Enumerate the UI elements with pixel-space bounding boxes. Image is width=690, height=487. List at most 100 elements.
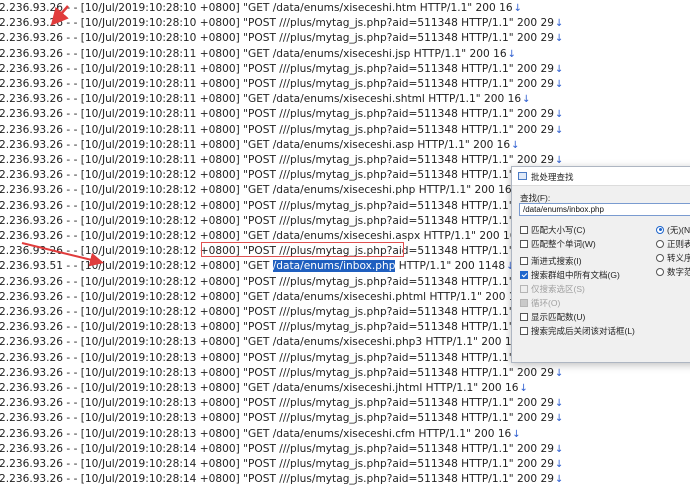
- log-line-text: 2.236.93.26 - - [10/Jul/2019:10:28:13 +0…: [0, 321, 555, 334]
- line-end-icon: ↓: [555, 459, 564, 470]
- option-incremental[interactable]: 渐进式搜索(I): [520, 255, 582, 267]
- log-line-text: 2.236.93.26 - - [10/Jul/2019:10:28:12 +0…: [0, 306, 555, 318]
- log-line-text: 2.236.93.26 - - [10/Jul/2019:10:28:12 +0…: [0, 245, 244, 258]
- log-line: 2.236.93.26 - - [10/Jul/2019:10:28:14 +0…: [0, 442, 563, 457]
- log-line-text: 2.236.93.26 - - [10/Jul/2019:10:28:13 +0…: [0, 382, 519, 394]
- radio-escape-button[interactable]: [656, 253, 664, 262]
- log-line: 2.236.93.26 - - [10/Jul/2019:10:28:14 +0…: [0, 472, 563, 487]
- log-line: 2.236.93.26 - - [10/Jul/2019:10:28:12 +0…: [0, 183, 521, 198]
- dialog-title: 批处理查找: [531, 172, 574, 182]
- log-line: 2.236.93.26 - - [10/Jul/2019:10:28:11 +0…: [0, 123, 563, 138]
- log-line: 2.236.93.26 - - [10/Jul/2019:10:28:13 +0…: [0, 335, 528, 350]
- log-line: 2.236.93.26 - - [10/Jul/2019:10:28:11 +0…: [0, 138, 520, 153]
- show-count-checkbox[interactable]: [520, 312, 528, 321]
- line-end-icon: ↓: [507, 48, 517, 60]
- radio-number-range-button[interactable]: [656, 267, 664, 276]
- line-end-icon: ↓: [522, 94, 531, 106]
- line-end-icon: ↓: [511, 139, 520, 151]
- log-line-text: 2.236.93.26 - - [10/Jul/2019:10:28:11 +0…: [0, 47, 507, 60]
- radio-escape[interactable]: 转义序列: [656, 252, 690, 264]
- log-line: 2.236.93.26 - - [10/Jul/2019:10:28:12 +0…: [0, 199, 563, 214]
- find-input[interactable]: /data/enums/inbox.php: [519, 203, 690, 216]
- log-line-text: 2.236.93.26 - - [10/Jul/2019:10:28:11 +0…: [0, 93, 522, 106]
- radio-regex-button[interactable]: [656, 239, 664, 248]
- radio-regex[interactable]: 正则表达: [656, 238, 690, 250]
- log-line: 2.236.93.51 - - [10/Jul/2019:10:28:12 +0…: [0, 259, 515, 274]
- log-line-text: HTTP/1.1" 200 1148: [395, 260, 506, 273]
- line-end-icon: ↓: [555, 413, 564, 425]
- log-line: 2.236.93.26 - - [10/Jul/2019:10:28:13 +0…: [0, 411, 563, 426]
- log-line: 2.236.93.26 - - [10/Jul/2019:10:28:11 +0…: [0, 153, 563, 168]
- log-line-text: 2.236.93.26 - - [10/Jul/2019:10:28:10 +0…: [0, 2, 513, 14]
- line-end-icon: ↓: [555, 124, 564, 136]
- log-line-text: 2.236.93.26 - - [10/Jul/2019:10:28:14 +0…: [0, 458, 555, 470]
- log-line-text: 2.236.93.26 - - [10/Jul/2019:10:28:14 +0…: [0, 473, 555, 486]
- line-end-icon: ↓: [555, 367, 564, 379]
- option-search-group[interactable]: 搜索群组中所有文档(G): [520, 269, 620, 281]
- batch-find-dialog[interactable]: 批处理查找 查找(F): /data/enums/inbox.php 匹配大小写…: [511, 166, 690, 363]
- option-show-count[interactable]: 显示匹配数(U): [520, 311, 585, 323]
- incremental-checkbox[interactable]: [520, 256, 528, 265]
- log-line-text: 2.236.93.26 - - [10/Jul/2019:10:28:14 +0…: [0, 442, 555, 455]
- log-line: 2.236.93.26 - - [10/Jul/2019:10:28:12 +0…: [0, 168, 563, 183]
- option-whole-word[interactable]: 匹配整个单词(W): [520, 238, 596, 250]
- line-end-icon: ↓: [519, 383, 528, 394]
- log-line-text: 2.236.93.26 - - [10/Jul/2019:10:28:11 +0…: [0, 78, 555, 90]
- log-line: 2.236.93.26 - - [10/Jul/2019:10:28:13 +0…: [0, 396, 563, 411]
- log-line-text: 2.236.93.26 - - [10/Jul/2019:10:28:12 +0…: [0, 169, 555, 182]
- log-line: 2.236.93.26 - - [10/Jul/2019:10:28:11 +0…: [0, 107, 563, 122]
- log-line: 2.236.93.26 - - [10/Jul/2019:10:28:13 +0…: [0, 427, 521, 442]
- radio-number-range[interactable]: 数字范围: [656, 266, 690, 278]
- log-line-selected-text: /data/enums/inbox.php: [272, 260, 396, 273]
- log-line: 2.236.93.26 - - [10/Jul/2019:10:28:12 +0…: [0, 244, 563, 259]
- log-line-text: 2.236.93.26 - - [10/Jul/2019:10:28:12 +0…: [0, 230, 517, 242]
- log-line-text: 2.236.93.26 - - [10/Jul/2019:10:28:11 +0…: [0, 108, 555, 121]
- log-line: 2.236.93.26 - - [10/Jul/2019:10:28:11 +0…: [0, 62, 563, 77]
- log-line-text: 2.236.93.26 - - [10/Jul/2019:10:28:13 +0…: [0, 366, 555, 379]
- close-after-checkbox[interactable]: [520, 326, 528, 335]
- log-line-text: 2.236.93.26 - - [10/Jul/2019:10:28:13 +0…: [0, 351, 555, 364]
- line-end-icon: ↓: [555, 79, 564, 90]
- log-line-text: 2.236.93.26 - - [10/Jul/2019:10:28:13 +0…: [0, 427, 512, 440]
- log-line-boxed-text: "POST ///plus/mytag_js.php?aid=511348 H: [243, 245, 470, 258]
- match-case-checkbox[interactable]: [520, 225, 528, 234]
- line-end-icon: ↓: [555, 155, 564, 166]
- log-line: 2.236.93.26 - - [10/Jul/2019:10:28:11 +0…: [0, 47, 516, 62]
- search-group-checkbox[interactable]: [520, 270, 528, 279]
- log-line-text: 2.236.93.26 - - [10/Jul/2019:10:28:10 +0…: [0, 32, 555, 45]
- log-line-text: 2.236.93.26 - - [10/Jul/2019:10:28:12 +0…: [0, 290, 523, 303]
- log-line-text: 2.236.93.51 - - [10/Jul/2019:10:28:12 +0…: [0, 260, 273, 273]
- whole-word-checkbox[interactable]: [520, 239, 528, 248]
- log-line: 2.236.93.26 - - [10/Jul/2019:10:28:10 +0…: [0, 1, 522, 16]
- line-end-icon: ↓: [555, 63, 564, 75]
- log-line-text: 2.236.93.26 - - [10/Jul/2019:10:28:11 +0…: [0, 138, 511, 151]
- line-end-icon: ↓: [512, 428, 521, 440]
- log-line: 2.236.93.26 - - [10/Jul/2019:10:28:13 +0…: [0, 381, 528, 396]
- log-line: 2.236.93.26 - - [10/Jul/2019:10:28:10 +0…: [0, 31, 563, 46]
- log-line: 2.236.93.26 - - [10/Jul/2019:10:28:10 +0…: [0, 16, 563, 31]
- line-end-icon: ↓: [513, 3, 523, 14]
- log-line: 2.236.93.26 - - [10/Jul/2019:10:28:11 +0…: [0, 92, 530, 107]
- radio-none-button[interactable]: [656, 225, 664, 234]
- log-line: 2.236.93.26 - - [10/Jul/2019:10:28:13 +0…: [0, 320, 563, 335]
- log-line-text: 2.236.93.26 - - [10/Jul/2019:10:28:11 +0…: [0, 154, 555, 166]
- option-selection-only: 仅搜索选区(S): [520, 283, 585, 295]
- dialog-titlebar[interactable]: 批处理查找: [512, 167, 690, 186]
- option-close-after[interactable]: 搜索完成后关闭该对话框(L): [520, 325, 635, 337]
- log-line: 2.236.93.26 - - [10/Jul/2019:10:28:13 +0…: [0, 351, 563, 366]
- log-line: 2.236.93.26 - - [10/Jul/2019:10:28:13 +0…: [0, 366, 563, 381]
- log-line: 2.236.93.26 - - [10/Jul/2019:10:28:12 +0…: [0, 229, 526, 244]
- line-end-icon: ↓: [555, 18, 564, 30]
- wrap-checkbox: [520, 298, 528, 307]
- log-line: 2.236.93.26 - - [10/Jul/2019:10:28:12 +0…: [0, 214, 563, 229]
- log-line-text: 2.236.93.26 - - [10/Jul/2019:10:28:13 +0…: [0, 336, 519, 349]
- line-end-icon: ↓: [555, 443, 564, 455]
- option-match-case[interactable]: 匹配大小写(C): [520, 224, 585, 236]
- log-line: 2.236.93.26 - - [10/Jul/2019:10:28:14 +0…: [0, 457, 563, 472]
- line-end-icon: ↓: [555, 398, 564, 410]
- radio-none[interactable]: (无)(N): [656, 224, 690, 236]
- log-line-text: 2.236.93.26 - - [10/Jul/2019:10:28:12 +0…: [0, 199, 555, 212]
- log-line-text: 2.236.93.26 - - [10/Jul/2019:10:28:13 +0…: [0, 412, 555, 425]
- selection-only-checkbox: [520, 284, 528, 293]
- log-line: 2.236.93.26 - - [10/Jul/2019:10:28:12 +0…: [0, 305, 563, 320]
